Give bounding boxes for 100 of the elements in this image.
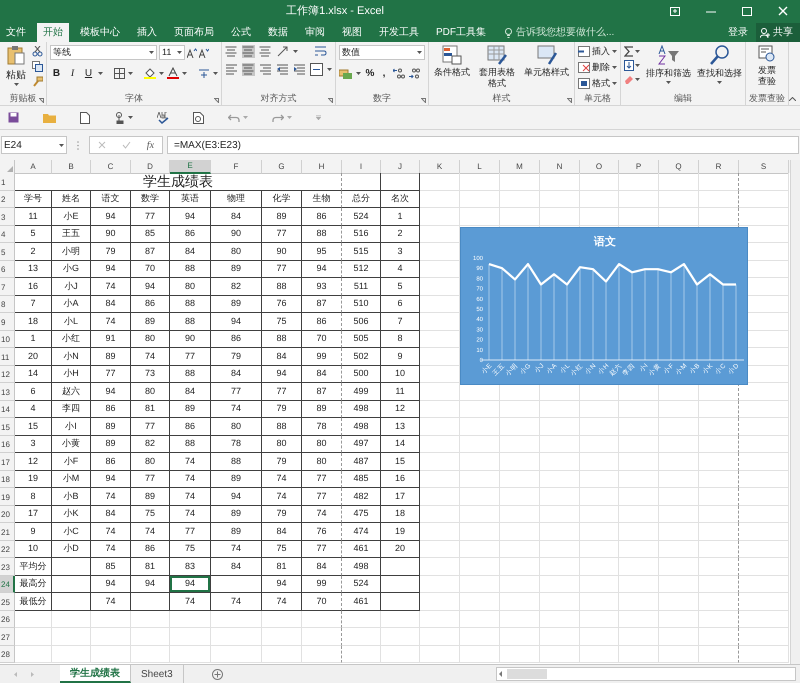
row-header[interactable]: 21	[0, 523, 15, 540]
column-header[interactable]: J	[381, 160, 420, 174]
shrink-font-icon[interactable]	[199, 48, 209, 58]
fill-bucket-icon[interactable]	[144, 67, 156, 79]
sheet-tab[interactable]: 学生成绩表	[60, 665, 131, 683]
row-header[interactable]: 22	[0, 540, 15, 558]
row-header[interactable]: 23	[0, 558, 15, 576]
print-preview-icon[interactable]	[193, 112, 204, 124]
text-orientation-icon[interactable]	[276, 45, 289, 58]
caret-icon[interactable]	[213, 72, 218, 74]
caret-icon[interactable]	[417, 51, 422, 54]
row-header[interactable]: 7	[0, 278, 15, 296]
ribbon-tab[interactable]: 开始	[37, 23, 69, 42]
dialog-launcher-icon[interactable]	[39, 98, 44, 103]
conditional-format-icon[interactable]	[442, 45, 462, 65]
ribbon-tab[interactable]: 页面布局	[168, 23, 220, 42]
caret-icon[interactable]	[327, 68, 332, 71]
align-bottom-icon[interactable]	[259, 45, 272, 58]
row-header[interactable]: 8	[0, 296, 15, 313]
row-header[interactable]: 16	[0, 436, 15, 453]
font-style-button[interactable]: U	[82, 66, 95, 80]
maximize-icon[interactable]	[742, 6, 752, 16]
editing-button[interactable]: 查找和选择	[697, 45, 742, 84]
column-header[interactable]: G	[262, 160, 302, 174]
new-document-icon[interactable]	[80, 112, 90, 124]
number-style-button[interactable]: %	[365, 66, 375, 81]
caret-icon[interactable]	[149, 51, 154, 54]
copy-icon[interactable]	[32, 61, 43, 72]
row-header[interactable]: 1	[0, 173, 15, 190]
row-header[interactable]: 2	[0, 190, 15, 208]
font-name-field[interactable]: 等线	[50, 45, 157, 60]
align-middle-icon[interactable]	[242, 45, 255, 58]
row-header[interactable]: 9	[0, 313, 15, 330]
row-header[interactable]: 18	[0, 470, 15, 488]
invoice-search-icon[interactable]	[758, 45, 776, 63]
invoice-check-button[interactable]: 发票查验	[749, 45, 785, 87]
row-header[interactable]: 20	[0, 506, 15, 523]
sheet-tab[interactable]: Sheet3	[131, 665, 184, 683]
caret-icon[interactable]	[612, 50, 617, 53]
table-format-icon[interactable]	[487, 45, 507, 65]
column-header[interactable]: M	[500, 160, 540, 174]
increase-indent-icon[interactable]	[293, 63, 306, 76]
spell-check-icon[interactable]	[157, 112, 169, 124]
column-header[interactable]: L	[460, 160, 500, 174]
ribbon-tab[interactable]: 数据	[262, 23, 294, 42]
caret-icon[interactable]	[635, 50, 640, 53]
caret-icon[interactable]	[98, 72, 103, 74]
column-header[interactable]: E	[170, 160, 211, 174]
number-format-field[interactable]: 数值	[339, 45, 425, 60]
column-header[interactable]: A	[15, 160, 52, 174]
dialog-launcher-icon[interactable]	[214, 98, 219, 103]
insert-cells-icon[interactable]	[578, 46, 590, 57]
add-sheet-icon[interactable]	[212, 668, 223, 680]
merge-cells-icon[interactable]	[310, 63, 323, 76]
row-header[interactable]: 15	[0, 418, 15, 436]
ribbon-tab[interactable]: 公式	[225, 23, 257, 42]
row-header[interactable]: 11	[0, 348, 15, 366]
ribbon-display-icon[interactable]	[670, 6, 680, 16]
ribbon-tab[interactable]: 插入	[131, 23, 163, 42]
touch-mode-icon[interactable]	[114, 112, 125, 124]
caret-icon[interactable]	[59, 144, 64, 146]
row-header[interactable]: 5	[0, 243, 15, 260]
row-header[interactable]: 6	[0, 260, 15, 278]
font-style-button[interactable]: I	[66, 66, 79, 80]
ribbon-tab[interactable]: 文件	[0, 23, 32, 42]
column-header[interactable]: O	[580, 160, 619, 174]
style-button[interactable]: 单元格样式	[522, 45, 571, 78]
row-header[interactable]: 25	[0, 593, 15, 610]
column-header[interactable]: S	[739, 160, 789, 174]
style-button[interactable]: 条件格式	[432, 45, 472, 78]
close-icon[interactable]	[778, 6, 788, 16]
tell-me-field[interactable]: 告诉我您想要做什么...	[516, 25, 676, 40]
undo-icon[interactable]	[228, 112, 240, 122]
sort-filter-icon[interactable]	[658, 45, 680, 65]
format-cells-icon[interactable]	[578, 78, 590, 89]
align-right-icon[interactable]	[259, 63, 272, 76]
increase-decimal-icon[interactable]	[393, 68, 405, 79]
save-icon[interactable]	[8, 112, 19, 123]
caret-icon[interactable]	[182, 72, 187, 74]
column-header[interactable]: Q	[659, 160, 699, 174]
caret-icon[interactable]	[666, 80, 671, 84]
column-header[interactable]: N	[540, 160, 580, 174]
row-header[interactable]: 10	[0, 330, 15, 348]
lightbulb-icon[interactable]	[505, 28, 512, 38]
scroll-thumb[interactable]	[507, 669, 547, 679]
row-header[interactable]: 4	[0, 226, 15, 243]
ribbon-tab[interactable]: 审阅	[299, 23, 331, 42]
caret-icon[interactable]	[14, 83, 18, 86]
caret-icon[interactable]	[612, 66, 617, 69]
caret-icon[interactable]	[635, 78, 640, 81]
clipboard-icon[interactable]	[7, 45, 25, 65]
row-header[interactable]: 3	[0, 208, 15, 226]
column-header[interactable]: H	[302, 160, 342, 174]
paste-button[interactable]: 粘贴	[6, 68, 26, 83]
caret-icon[interactable]	[612, 82, 617, 85]
format-painter-icon[interactable]	[32, 76, 43, 87]
style-button[interactable]: 套用表格格式	[475, 45, 519, 89]
scissors-icon[interactable]	[32, 46, 43, 57]
row-header[interactable]: 28	[0, 646, 15, 663]
autosum-icon[interactable]	[624, 46, 634, 57]
